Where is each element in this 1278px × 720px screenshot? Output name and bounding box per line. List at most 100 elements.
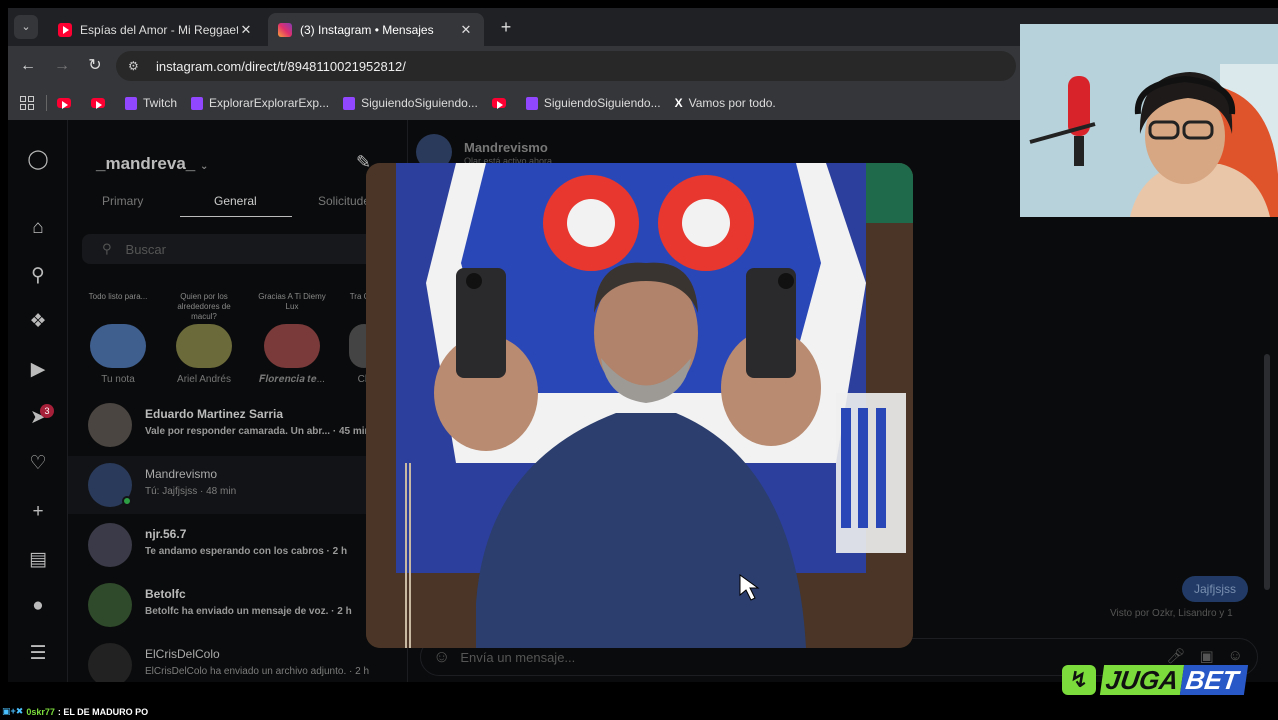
avatar (88, 403, 132, 447)
thread-name: ElCrisDelColo (145, 647, 220, 661)
tab-indicator (180, 216, 292, 217)
seen-by-label: Visto por Ozkr, Lisandro y 1 (1110, 608, 1233, 619)
home-icon[interactable]: ⌂ (26, 216, 50, 240)
account-switcher[interactable]: _mandreva_ ⌄ (96, 154, 208, 174)
bookmark-twitch[interactable]: Twitch (125, 96, 177, 110)
back-arrow-icon[interactable]: ← (16, 54, 40, 78)
twitch-icon (191, 96, 204, 110)
bookmark-youtube-1[interactable] (57, 98, 77, 109)
tab-youtube[interactable]: Espías del Amor - Mi Reggaetón ✕ (48, 13, 264, 46)
profile-avatar-icon[interactable]: ● (26, 594, 50, 618)
explore-icon[interactable]: ❖ (26, 310, 50, 334)
tab-primary[interactable]: Primary (102, 194, 143, 208)
address-bar[interactable]: ⚙ instagram.com/direct/t/894811002195281… (116, 51, 1016, 81)
instagram-icon (278, 22, 292, 37)
bookmark-twitch-following-1[interactable]: SiguiendoSiguiendo... (343, 96, 478, 110)
create-icon[interactable]: + (26, 500, 50, 524)
bookmarks-divider (46, 95, 47, 111)
note-item[interactable]: Quien por los alrededores de macul? Arie… (168, 288, 240, 385)
sent-message-bubble[interactable]: Jajfjsjss (1182, 576, 1249, 602)
bookmark-youtube-2[interactable] (91, 98, 111, 109)
tab-general[interactable]: General (214, 194, 257, 208)
tab-search-chevron-icon[interactable]: ⌄ (14, 15, 38, 39)
thread-item[interactable]: njr.56.7 Te andamo esperando con los cab… (68, 516, 408, 574)
heart-icon[interactable]: ♡ (26, 452, 50, 476)
note-item[interactable]: Gracias A Ti Diemy Lux 𝑭𝒍𝒐𝒓𝒆𝒏𝒄𝒊𝒂 𝒕𝒆... (256, 288, 328, 385)
avatar (88, 583, 132, 627)
thread-item[interactable]: Betolfc Betolfc ha enviado un mensaje de… (68, 576, 408, 634)
note-name: Tu nota (101, 374, 135, 385)
thread-item[interactable]: ElCrisDelColo ElCrisDelColo ha enviado u… (68, 636, 408, 682)
sponsor-text-part2: BET (1180, 665, 1249, 695)
thread-name: njr.56.7 (145, 527, 187, 541)
youtube-icon (491, 98, 506, 109)
thread-item-selected[interactable]: Mandrevismo Tú: Jajfjsjss · 48 min (68, 456, 408, 514)
jugabet-logo: ↯ JUGA BET (1062, 662, 1258, 698)
apps-grid-icon[interactable] (20, 96, 34, 110)
search-placeholder: Buscar (125, 241, 166, 257)
thread-preview: ElCrisDelColo ha enviado un archivo adju… (145, 666, 370, 677)
chat-message: : EL DE MADURO PO (57, 706, 149, 717)
message-placeholder: Envía un mensaje... (460, 649, 576, 665)
thread-name: Betolfc (145, 587, 186, 601)
bookmark-label: SiguiendoSiguiendo... (361, 96, 478, 110)
instagram-logo-icon[interactable]: ◯ (26, 148, 50, 172)
nav-rail: ◯ ⌂ ⚲ ❖ ▶ ➤ 3 ♡ + ▤ ● ☰ (8, 120, 68, 682)
chevron-down-icon: ⌄ (199, 161, 209, 172)
new-tab-icon[interactable]: + (494, 15, 518, 39)
dashboard-icon[interactable]: ▤ (26, 548, 50, 572)
search-icon[interactable]: ⚲ (26, 264, 50, 288)
notes-tray: Todo listo para... Tu nota Quien por los… (82, 288, 412, 394)
chat-badge-icon: ▣+✖ (2, 706, 24, 716)
sponsor-text-part1: JUGA (1099, 665, 1185, 695)
twitch-icon (525, 96, 538, 110)
note-name: 𝑭𝒍𝒐𝒓𝒆𝒏𝒄𝒊𝒂 𝒕𝒆... (259, 374, 325, 385)
unread-badge: 3 (40, 404, 54, 418)
popup-photo (366, 163, 913, 648)
tab-title: Espías del Amor - Mi Reggaetón (80, 22, 238, 37)
conversation-title[interactable]: Mandrevismo (464, 140, 548, 155)
lightning-icon: ↯ (1062, 665, 1096, 695)
webcam-feed (1020, 24, 1278, 217)
avatar (90, 324, 146, 368)
bookmark-twitch-explore[interactable]: ExplorarExplorarExp... (191, 96, 329, 110)
search-input[interactable]: ⚲ Buscar (82, 234, 382, 264)
bookmark-twitch-following-2[interactable]: SiguiendoSiguiendo... (525, 96, 661, 110)
scrollbar[interactable] (1264, 354, 1270, 590)
youtube-icon (57, 98, 71, 109)
note-name: Ariel Andrés (177, 374, 231, 385)
close-tab-icon[interactable]: ✕ (458, 22, 474, 38)
reels-icon[interactable]: ▶ (26, 358, 50, 382)
avatar (264, 324, 320, 368)
webcam-overlay (1020, 24, 1278, 217)
avatar (176, 324, 232, 368)
video-popup (366, 163, 913, 648)
bookmark-label: ExplorarExplorarExp... (209, 96, 330, 110)
search-icon: ⚲ (102, 241, 112, 256)
inbox-panel: _mandreva_ ⌄ ✎ Primary General Solicitud… (68, 120, 408, 682)
thread-name: Eduardo Martinez Sarria (145, 407, 284, 421)
chat-username: 0skr77 (26, 706, 55, 717)
thread-item[interactable]: Eduardo Martinez Sarria Vale por respond… (68, 396, 408, 454)
bookmark-youtube-3[interactable] (491, 98, 512, 109)
site-info-icon[interactable]: ⚙ (128, 58, 144, 74)
bookmark-x[interactable]: X Vamos por todo. (675, 96, 776, 110)
chat-ticker: ▣+✖ 0skr77 : EL DE MADURO PO (2, 706, 148, 717)
forward-arrow-icon[interactable]: → (50, 54, 74, 78)
note-bubble: Todo listo para... (88, 292, 148, 301)
menu-icon[interactable]: ☰ (26, 642, 50, 666)
bookmark-label: Vamos por todo. (688, 96, 776, 110)
reload-icon[interactable]: ↻ (83, 54, 107, 78)
close-tab-icon[interactable]: ✕ (238, 22, 254, 38)
x-icon: X (674, 96, 683, 110)
online-dot (122, 496, 132, 506)
emoji-icon[interactable]: ☺ (433, 647, 450, 667)
bookmark-label: SiguiendoSiguiendo... (543, 96, 661, 110)
note-item[interactable]: Todo listo para... Tu nota (82, 288, 154, 385)
avatar (88, 643, 132, 682)
tab-instagram[interactable]: (3) Instagram • Mensajes ✕ (268, 13, 484, 46)
note-bubble: Quien por los alrededores de macul? (177, 292, 231, 321)
note-bubble: Gracias A Ti Diemy Lux (258, 292, 326, 311)
avatar (88, 523, 132, 567)
twitch-icon (125, 96, 137, 110)
